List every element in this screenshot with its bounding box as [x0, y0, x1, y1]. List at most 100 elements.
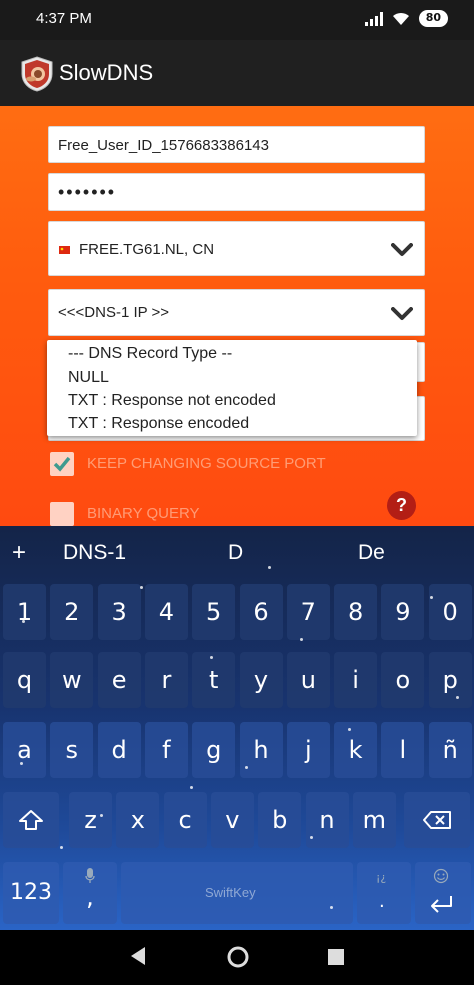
star-decoration [60, 846, 63, 849]
dropdown-item-txt-not-encoded[interactable]: TXT : Response not encoded [68, 392, 276, 410]
key-5[interactable]: 5 [192, 584, 236, 640]
key-c[interactable]: c [163, 792, 207, 848]
numeric-key[interactable]: 123 [3, 862, 59, 924]
star-decoration [190, 786, 193, 789]
signal-icon [364, 11, 383, 26]
checkmark-icon [53, 456, 71, 472]
key-f[interactable]: f [144, 722, 188, 778]
star-decoration [300, 638, 303, 641]
key-m[interactable]: m [352, 792, 396, 848]
star-decoration [330, 906, 333, 909]
dropdown-item-txt-encoded[interactable]: TXT : Response encoded [68, 415, 249, 433]
dns-ip-field[interactable]: <<<DNS-1 IP >> [48, 289, 425, 336]
star-decoration [210, 656, 213, 659]
key-6[interactable]: 6 [239, 584, 283, 640]
key-0[interactable]: 0 [428, 584, 472, 640]
chevron-down-icon[interactable] [391, 243, 413, 257]
key-8[interactable]: 8 [334, 584, 378, 640]
space-key[interactable]: SwiftKey [121, 862, 353, 924]
punctuation-label: . [379, 891, 385, 912]
password-mask: ••••••• [58, 182, 117, 202]
key-q[interactable]: q [3, 652, 46, 708]
key-n[interactable]: n [305, 792, 349, 848]
key-a[interactable]: a [3, 722, 46, 778]
navigation-bar [0, 930, 474, 985]
key-s[interactable]: s [50, 722, 94, 778]
app-title: SlowDNS [59, 60, 154, 85]
key-z[interactable]: z [69, 792, 112, 848]
key-o[interactable]: o [381, 652, 425, 708]
key-d[interactable]: d [97, 722, 141, 778]
star-decoration [348, 728, 351, 731]
key-l[interactable]: l [381, 722, 425, 778]
home-circle-icon[interactable] [226, 945, 250, 969]
suggestion-left[interactable]: DNS-1 [63, 541, 126, 565]
shift-icon [19, 810, 43, 830]
key-2[interactable]: 2 [50, 584, 94, 640]
punctuation-key[interactable]: ¡¿ . [357, 862, 411, 924]
key-x[interactable]: x [116, 792, 160, 848]
app-bar: SlowDNS [0, 40, 474, 106]
backspace-icon [423, 811, 451, 829]
key-g[interactable]: g [192, 722, 236, 778]
server-select[interactable]: FREE.TG61.NL, CN [48, 221, 425, 276]
key-j[interactable]: j [286, 722, 330, 778]
star-decoration [456, 696, 459, 699]
keep-changing-port-label: KEEP CHANGING SOURCE PORT [87, 455, 326, 472]
key-p[interactable]: p [428, 652, 472, 708]
back-triangle-icon[interactable] [127, 944, 147, 968]
key-t[interactable]: t [192, 652, 236, 708]
comma-key[interactable]: , [63, 862, 117, 924]
dns-ip-value: <<<DNS-1 IP >> [58, 304, 170, 321]
suggestion-center[interactable]: D [228, 541, 243, 565]
key-k[interactable]: k [334, 722, 378, 778]
key-v[interactable]: v [210, 792, 254, 848]
suggestion-right[interactable]: De [358, 541, 385, 565]
key-u[interactable]: u [286, 652, 330, 708]
dropdown-item-header[interactable]: --- DNS Record Type -- [68, 345, 232, 363]
key-i[interactable]: i [334, 652, 378, 708]
key-3[interactable]: 3 [97, 584, 141, 640]
backspace-key[interactable] [404, 792, 470, 848]
key-e[interactable]: e [97, 652, 141, 708]
star-decoration [20, 762, 23, 765]
star-decoration [268, 566, 271, 569]
chevron-down-icon[interactable] [391, 307, 413, 321]
key-ñ[interactable]: ñ [428, 722, 472, 778]
mic-icon [85, 868, 95, 883]
cn-flag-icon [59, 246, 70, 254]
key-y[interactable]: y [239, 652, 283, 708]
dropdown-item-null[interactable]: NULL [68, 369, 109, 387]
password-field[interactable]: ••••••• [48, 173, 425, 211]
key-7[interactable]: 7 [286, 584, 330, 640]
shift-key[interactable] [3, 792, 59, 848]
user-id-value: Free_User_ID_1576683386143 [58, 137, 269, 154]
key-h[interactable]: h [239, 722, 283, 778]
key-9[interactable]: 9 [381, 584, 425, 640]
keep-changing-port-checkbox[interactable] [50, 452, 74, 476]
enter-key[interactable] [415, 862, 471, 924]
server-value: FREE.TG61.NL, CN [79, 241, 215, 258]
key-1[interactable]: 1 [3, 584, 46, 640]
suggestion-plus[interactable]: + [12, 539, 26, 567]
star-decoration [140, 586, 143, 589]
star-decoration [430, 596, 433, 599]
app-logo-icon [21, 56, 53, 92]
user-id-field[interactable]: Free_User_ID_1576683386143 [48, 126, 425, 163]
enter-icon [431, 896, 452, 913]
recents-square-icon[interactable] [327, 948, 345, 966]
punctuation-sub: ¡¿ [376, 871, 387, 884]
key-r[interactable]: r [144, 652, 188, 708]
keyboard: + DNS-1 D De 1234567890qwertyuiopasdfghj… [0, 526, 474, 930]
record-type-dropdown: --- DNS Record Type -- NULL TXT : Respon… [47, 340, 417, 436]
battery-indicator: 80 [418, 10, 448, 27]
binary-query-checkbox[interactable] [50, 502, 74, 526]
key-w[interactable]: w [50, 652, 94, 708]
wifi-icon [392, 12, 409, 25]
key-4[interactable]: 4 [144, 584, 188, 640]
status-icons: 80 [364, 10, 448, 27]
comma-label: , [86, 883, 94, 911]
help-button[interactable]: ? [387, 491, 416, 520]
star-decoration [310, 836, 313, 839]
key-b[interactable]: b [258, 792, 302, 848]
